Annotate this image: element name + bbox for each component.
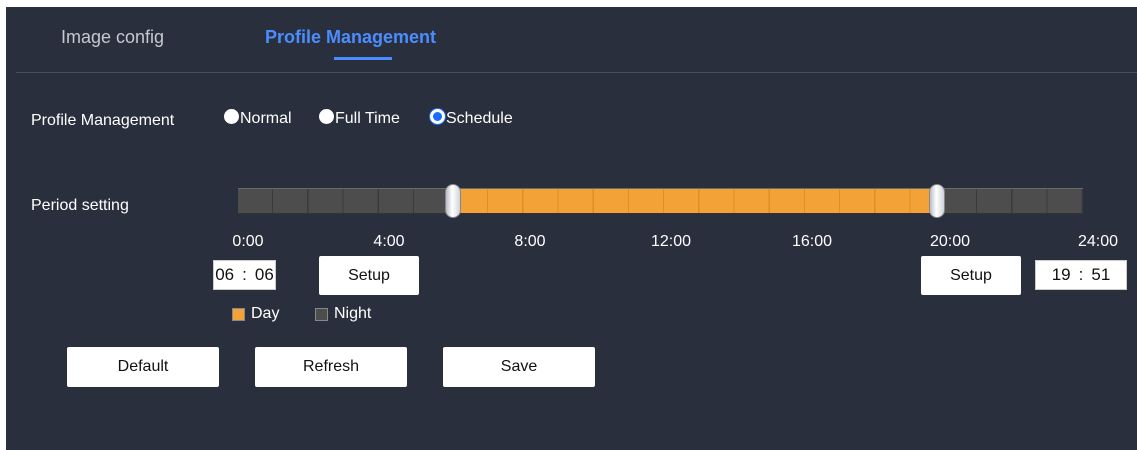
tab-divider <box>16 72 1137 73</box>
day-end-handle[interactable] <box>928 184 945 218</box>
day-start-handle[interactable] <box>444 184 461 218</box>
profile-management-label: Profile Management <box>31 112 175 129</box>
tick-label: 24:00 <box>1077 233 1119 250</box>
end-hour[interactable]: 19 <box>1052 260 1071 290</box>
time-separator: : <box>1078 265 1084 284</box>
radio-normal-label: Normal <box>240 110 292 127</box>
time-separator: : <box>242 265 247 284</box>
start-hour[interactable]: 06 <box>215 260 234 290</box>
radio-normal[interactable]: Normal <box>224 108 292 128</box>
setup-end-button[interactable]: Setup <box>921 256 1021 295</box>
tab-image-config[interactable]: Image config <box>61 27 164 48</box>
radio-full-time[interactable]: Full Time <box>319 108 400 128</box>
default-button[interactable]: Default <box>67 347 219 387</box>
period-slider-track[interactable] <box>238 188 1083 214</box>
legend-day: Day <box>232 305 279 323</box>
radio-schedule-label: Schedule <box>446 110 513 127</box>
refresh-button[interactable]: Refresh <box>255 347 407 387</box>
period-setting-label: Period setting <box>31 197 129 214</box>
day-start-time-input[interactable]: 06 : 06 <box>213 260 276 290</box>
save-button[interactable]: Save <box>443 347 595 387</box>
tick-label: 8:00 <box>514 233 546 250</box>
radio-schedule[interactable]: Schedule <box>430 108 513 128</box>
radio-full-time-label: Full Time <box>335 110 400 127</box>
tick-label: 16:00 <box>791 233 833 250</box>
tick-label: 12:00 <box>650 233 692 250</box>
day-color-swatch <box>232 307 245 321</box>
radio-unchecked-icon <box>224 108 239 124</box>
active-tab-indicator <box>334 57 392 60</box>
settings-panel: Image config Profile Management Profile … <box>6 7 1137 450</box>
start-minute[interactable]: 06 <box>255 260 274 290</box>
legend-night-label: Night <box>334 305 372 322</box>
tab-bar: Image config Profile Management <box>6 7 1137 73</box>
tick-label: 4:00 <box>373 233 405 250</box>
legend-night: Night <box>315 305 371 323</box>
tick-label: 0:00 <box>232 233 264 250</box>
radio-unchecked-icon <box>319 108 334 124</box>
legend-day-label: Day <box>251 305 280 322</box>
tick-label: 20:00 <box>929 233 971 250</box>
night-color-swatch <box>315 307 328 321</box>
end-minute[interactable]: 51 <box>1091 260 1110 290</box>
tab-profile-management[interactable]: Profile Management <box>265 27 436 48</box>
setup-start-button[interactable]: Setup <box>319 256 419 295</box>
radio-checked-icon <box>430 108 445 124</box>
day-period-segment <box>452 189 937 213</box>
day-end-time-input[interactable]: 19 : 51 <box>1035 260 1127 290</box>
